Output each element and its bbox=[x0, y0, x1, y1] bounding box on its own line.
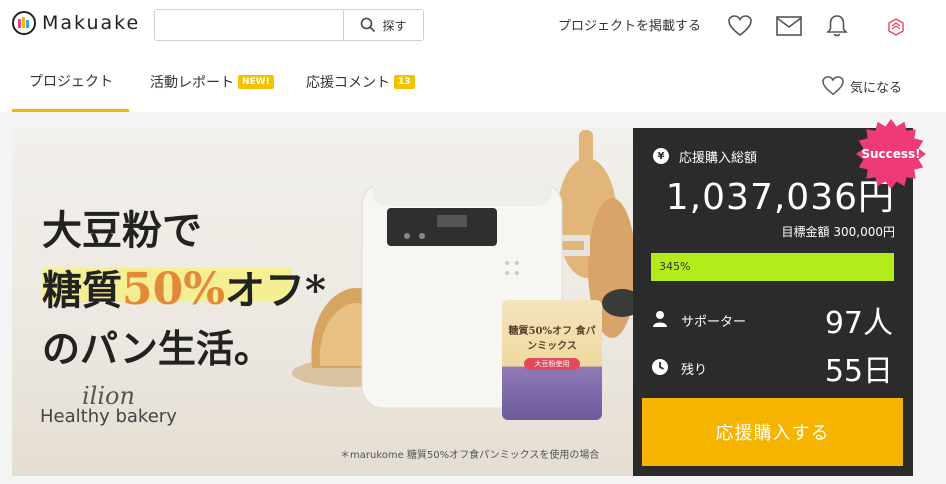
favorite-button[interactable]: 気になる bbox=[822, 76, 902, 96]
tab-support-comments-label: 応援コメント bbox=[306, 75, 390, 91]
supporters-label: サポーター bbox=[681, 315, 747, 330]
progress-percent: 345% bbox=[659, 260, 691, 273]
total-amount-label: 応援購入総額 bbox=[679, 151, 758, 166]
heart-icon[interactable] bbox=[727, 13, 753, 39]
header: Makuake 探す プロジェクトを掲載する bbox=[0, 0, 946, 52]
hero-subtitle: Healthy bakery bbox=[40, 406, 177, 427]
logo-text: Makuake bbox=[42, 12, 141, 34]
avatar-logo-icon bbox=[888, 18, 904, 36]
tab-activity-report-label: 活動レポート bbox=[150, 75, 234, 91]
makuake-logo[interactable]: Makuake bbox=[12, 11, 140, 35]
yen-icon: ¥ bbox=[653, 148, 669, 164]
logo-mark-icon bbox=[12, 11, 36, 35]
project-hero-image: 糖質50%オフ 食パンミックス 大豆粉使用 大豆粉で 糖質50%オフ* のパン生… bbox=[12, 128, 633, 476]
package-small-label: 大豆粉使用 bbox=[524, 358, 580, 370]
tab-support-comments[interactable]: 応援コメント 13 bbox=[306, 52, 415, 112]
product-package-image: 糖質50%オフ 食パンミックス 大豆粉使用 bbox=[502, 300, 602, 420]
tab-project[interactable]: プロジェクト bbox=[12, 52, 129, 112]
package-label: 糖質50%オフ 食パンミックス bbox=[508, 326, 596, 352]
search-button-label: 探す bbox=[382, 18, 407, 33]
hero-title-line1: 大豆粉で bbox=[42, 207, 202, 254]
search-icon bbox=[361, 17, 376, 33]
hero-footnote: ＊marukome 糖質50%オフ食パンミックスを使用の場合 bbox=[340, 450, 600, 461]
hero-title-line2: 糖質50%オフ* bbox=[42, 258, 326, 316]
favorite-label: 気になる bbox=[850, 80, 903, 96]
search-input[interactable] bbox=[155, 10, 343, 40]
clock-icon bbox=[652, 359, 668, 375]
person-icon bbox=[653, 311, 667, 327]
success-badge: Success! bbox=[854, 118, 928, 190]
funding-progress-bar: 345% bbox=[651, 253, 894, 281]
post-project-link[interactable]: プロジェクトを掲載する bbox=[558, 15, 701, 34]
remaining-days: 55日 bbox=[824, 354, 893, 389]
user-avatar[interactable] bbox=[884, 15, 908, 39]
heart-outline-icon bbox=[822, 76, 844, 96]
support-purchase-button[interactable]: 応援購入する bbox=[642, 398, 903, 466]
hero-title-line2-c: オフ* bbox=[225, 267, 326, 314]
hero-title-line2-a: 糖質 bbox=[42, 267, 122, 314]
new-badge: NEW! bbox=[238, 75, 274, 89]
remaining-label: 残り bbox=[681, 363, 708, 378]
success-label: Success! bbox=[861, 147, 921, 161]
hero-title-line2-b: 50% bbox=[122, 264, 226, 315]
search-box: 探す bbox=[154, 9, 424, 41]
project-tabs: プロジェクト 活動レポート NEW! 応援コメント 13 気になる bbox=[0, 52, 946, 112]
search-button[interactable]: 探す bbox=[343, 10, 423, 40]
mail-icon[interactable] bbox=[776, 13, 802, 39]
bell-icon[interactable] bbox=[824, 13, 850, 39]
tab-activity-report[interactable]: 活動レポート NEW! bbox=[150, 52, 274, 112]
tab-project-label: プロジェクト bbox=[29, 73, 113, 90]
hero-title-line3: のパン生活。 bbox=[42, 326, 272, 371]
comment-count-badge: 13 bbox=[394, 75, 415, 89]
goal-amount: 目標金額 300,000円 bbox=[781, 225, 895, 239]
supporters-count: 97人 bbox=[824, 306, 893, 341]
